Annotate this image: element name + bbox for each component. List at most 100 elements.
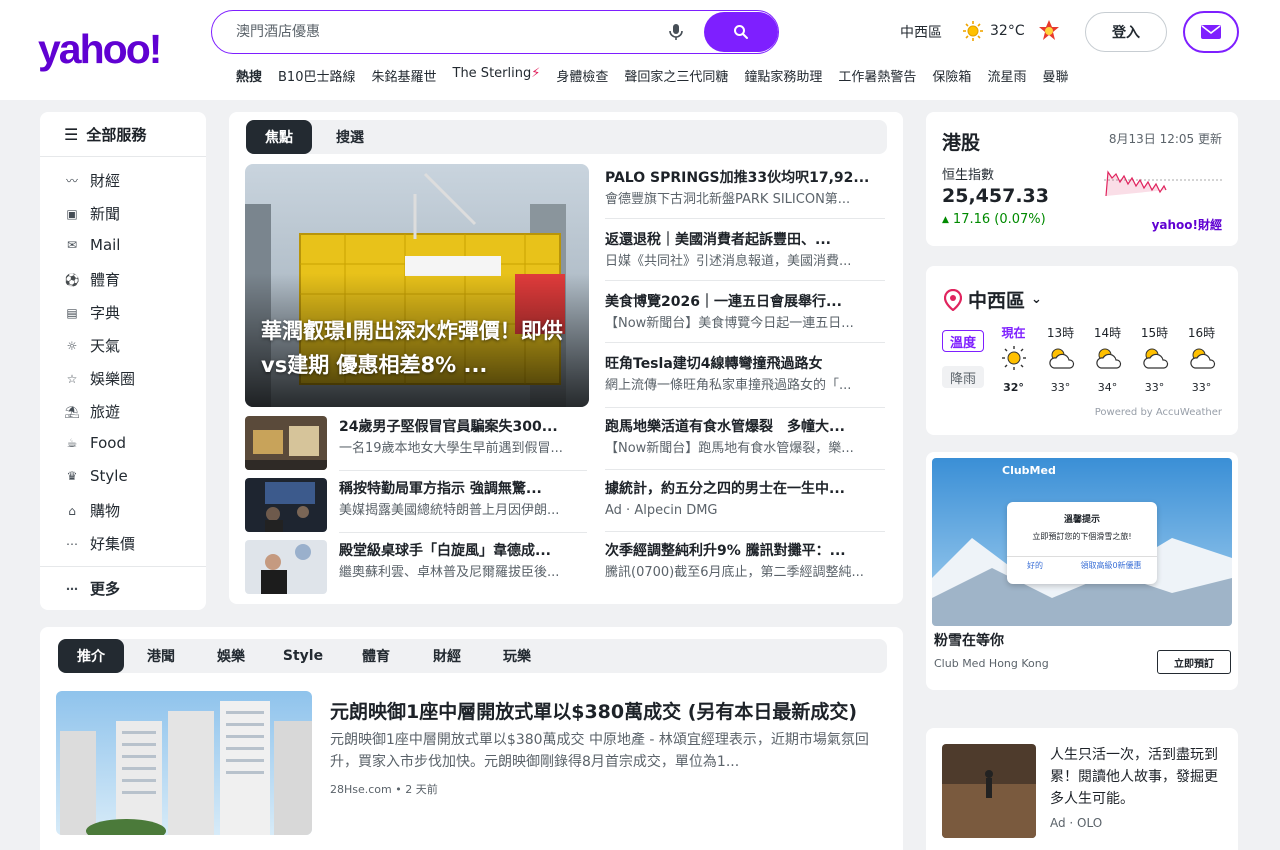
clubmed-ad[interactable]: ClubMed 溫馨提示 立即預訂您的下個滑雪之旅! 好的 領取高級0新優惠 粉… — [926, 452, 1238, 690]
sidebar-item-news[interactable]: ▣ 新聞 — [64, 203, 120, 224]
stock-card[interactable]: 港股 8月13日 12:05 更新 恒生指數 25,457.33 ▲ 17.16… — [926, 112, 1238, 246]
tab-style[interactable]: Style — [278, 639, 328, 673]
mail-button[interactable] — [1183, 11, 1239, 53]
trending-bar: 熱搜 B10巴士路線 朱銘基羅世 The Sterling⚡ 身體檢查 聲回家之… — [236, 66, 1068, 85]
divider — [605, 218, 885, 219]
tab-recommended[interactable]: 推介 — [58, 639, 124, 673]
tab-focus[interactable]: 焦點 — [246, 120, 312, 154]
all-services-button[interactable]: ☰ 全部服務 — [64, 124, 146, 145]
index-name: 恒生指數 — [942, 168, 995, 183]
divider — [605, 469, 885, 470]
index-value: 25,457.33 — [942, 185, 1049, 207]
header-weather[interactable]: 32°C — [962, 20, 1025, 42]
trending-link[interactable]: 流星雨 — [987, 66, 1026, 85]
news-story[interactable]: 稱按特勤局軍方指示 強調無驚... 美媒揭露美國總統特朗普上月因伊朗... — [339, 479, 587, 521]
news-story[interactable]: 返還退稅｜美國消費者起訴豐田、... 日媒《共同社》引述消息報道，美國消費... — [605, 230, 885, 272]
news-tab-bar: 焦點 搜選 — [246, 120, 887, 154]
trending-link[interactable]: The Sterling⚡ — [453, 66, 541, 85]
sidebar-item-dictionary[interactable]: ▤ 字典 — [64, 302, 120, 323]
login-button[interactable]: 登入 — [1085, 12, 1167, 52]
ad-text: 人生只活一次，活到盡玩到累！閱讀他人故事，發掘更多人生可能。 — [1050, 747, 1218, 807]
trending-link[interactable]: 工作暑熱警告 — [838, 66, 916, 85]
tab-finance[interactable]: 財經 — [424, 639, 470, 673]
ad-image: ClubMed 溫馨提示 立即預訂您的下個滑雪之旅! 好的 領取高級0新優惠 — [932, 458, 1232, 626]
divider — [339, 470, 587, 471]
up-arrow-icon: ▲ — [942, 214, 949, 225]
trending-link[interactable]: 保險箱 — [932, 66, 971, 85]
news-icon: ▣ — [66, 206, 78, 221]
story-title: PALO SPRINGS加推33伙均呎17,92... — [605, 170, 870, 186]
more-button[interactable]: ⋯ 更多 — [64, 578, 120, 599]
feed-story-image[interactable] — [56, 691, 312, 835]
tab-entertainment[interactable]: 娛樂 — [208, 639, 254, 673]
trending-link[interactable]: 聲回家之三代同糖 — [624, 66, 728, 85]
sidebar-item-deals[interactable]: ⋯ 好集價 — [64, 533, 135, 554]
trending-label: 熱搜 — [236, 70, 263, 85]
news-story[interactable]: 24歲男子堅假冒官員騙案失300... 一名19歲本地女大學生早前遇到假冒... — [339, 417, 587, 459]
tab-sports[interactable]: 體育 — [353, 639, 399, 673]
ad-story[interactable]: 據統計，約五分之四的男士在一生中... Ad · Alpecin DMG — [605, 479, 885, 521]
trending-link[interactable]: B10巴士路線 — [278, 66, 355, 85]
story-title: 據統計，約五分之四的男士在一生中... — [605, 481, 845, 497]
news-feed: 推介 港聞 娛樂 Style 體育 財經 玩樂 元朗映御1座中層開放式單以$38… — [40, 627, 903, 850]
story-summary: 【Now新聞台】跑馬地有食水管爆裂，樂... — [605, 441, 854, 456]
search-input[interactable] — [236, 21, 656, 43]
search-button[interactable] — [704, 12, 778, 52]
story-summary: 網上流傳一條旺角私家車撞飛過路女的「... — [605, 378, 852, 393]
news-story[interactable]: 跑馬地樂活道有食水管爆裂 多幢大... 【Now新聞台】跑馬地有食水管爆裂，樂.… — [605, 417, 885, 459]
trending-link[interactable]: 朱銘基羅世 — [371, 66, 436, 85]
sidebar-item-finance[interactable]: 〰財經 — [64, 170, 120, 191]
yahoo-logo[interactable]: yahoo! — [38, 26, 162, 73]
weather-location-selector[interactable]: 中西區 ⌄ — [944, 286, 1042, 313]
stock-title: 港股 — [942, 132, 981, 154]
story-thumbnail[interactable] — [245, 540, 327, 594]
trending-link[interactable]: 曼聯 — [1042, 66, 1068, 85]
tab-local-news[interactable]: 港聞 — [138, 639, 184, 673]
divider — [605, 407, 885, 408]
news-story[interactable]: 次季經調整純利升9% 騰訊對攤平：... 騰訊(0700)截至6月底止，第二季經… — [605, 541, 885, 583]
news-story[interactable]: PALO SPRINGS加推33伙均呎17,92... 會德豐旗下古洞北新盤PA… — [605, 168, 885, 210]
star-icon: ☆ — [66, 371, 78, 386]
feed-story-title[interactable]: 元朗映御1座中層開放式單以$380萬成交 (另有本日最新成交) — [330, 697, 890, 724]
toggle-temperature[interactable]: 溫度 — [942, 330, 984, 352]
story-title: 旺角Tesla建切4線轉彎撞飛過路女 — [605, 356, 823, 372]
sidebar-item-entertainment[interactable]: ☆ 娛樂圈 — [64, 368, 135, 389]
sidebar-item-food[interactable]: ☕ Food — [64, 434, 126, 452]
olo-ad[interactable]: 人生只活一次，活到盡玩到累！閱讀他人故事，發掘更多人生可能。 Ad · OLO — [926, 728, 1238, 850]
story-thumbnail[interactable] — [245, 416, 327, 470]
index-change: ▲ 17.16 (0.07%) — [942, 212, 1046, 227]
hour-label: 現在 — [1001, 326, 1026, 340]
ad-image — [942, 744, 1036, 838]
book-now-button[interactable]: 立即預訂 — [1157, 650, 1231, 674]
header-location[interactable]: 中西區 — [900, 22, 942, 42]
sidebar-item-travel[interactable]: ⛱ 旅遊 — [64, 401, 120, 422]
sidebar-item-weather[interactable]: ☼ 天氣 — [64, 335, 120, 356]
heat-warning-icon[interactable] — [1036, 18, 1062, 44]
microphone-icon[interactable] — [667, 23, 685, 41]
story-summary: 【Now新聞台】美食博覽今日起一連五日... — [605, 316, 854, 331]
news-story[interactable]: 殿堂級桌球手「白旋風」韋德成... 繼奧蘇利雲、卓林普及尼爾羅拔臣後... — [339, 541, 587, 583]
hour-temp: 32° — [1003, 381, 1024, 394]
trending-link[interactable]: 身體檢查 — [556, 66, 608, 85]
news-story[interactable]: 旺角Tesla建切4線轉彎撞飛過路女 網上流傳一條旺角私家車撞飛過路女的「... — [605, 354, 885, 396]
divider — [605, 342, 885, 343]
story-title: 美食博覽2026｜一連五日會展舉行... — [605, 294, 842, 310]
partly-cloudy-icon — [1096, 348, 1122, 369]
sidebar-item-mail[interactable]: ✉ Mail — [64, 236, 121, 254]
sidebar-item-shopping[interactable]: ⌂ 購物 — [64, 500, 120, 521]
hour-temp: 34° — [1097, 381, 1118, 394]
ad-popup: 溫馨提示 立即預訂您的下個滑雪之旅! 好的 領取高級0新優惠 — [1007, 502, 1157, 584]
search-icon — [734, 25, 748, 39]
news-story[interactable]: 美食博覽2026｜一連五日會展舉行... 【Now新聞台】美食博覽今日起一連五日… — [605, 292, 885, 334]
hero-story[interactable]: 華潤叡璟I開出深水炸彈價！即供vs建期 優惠相差8% ... — [245, 164, 589, 407]
sidebar-item-style[interactable]: ♛ Style — [64, 467, 128, 485]
mail-icon: ✉ — [66, 238, 78, 252]
food-icon: ☕ — [66, 436, 78, 450]
trending-link[interactable]: 鐘點家務助理 — [744, 66, 822, 85]
toggle-rain[interactable]: 降雨 — [942, 366, 984, 388]
search-bar[interactable] — [211, 10, 779, 54]
story-thumbnail[interactable] — [245, 478, 327, 532]
tab-picks[interactable]: 搜選 — [324, 120, 376, 154]
tab-leisure[interactable]: 玩樂 — [494, 639, 540, 673]
sidebar-item-sports[interactable]: ⚽ 體育 — [64, 269, 121, 290]
